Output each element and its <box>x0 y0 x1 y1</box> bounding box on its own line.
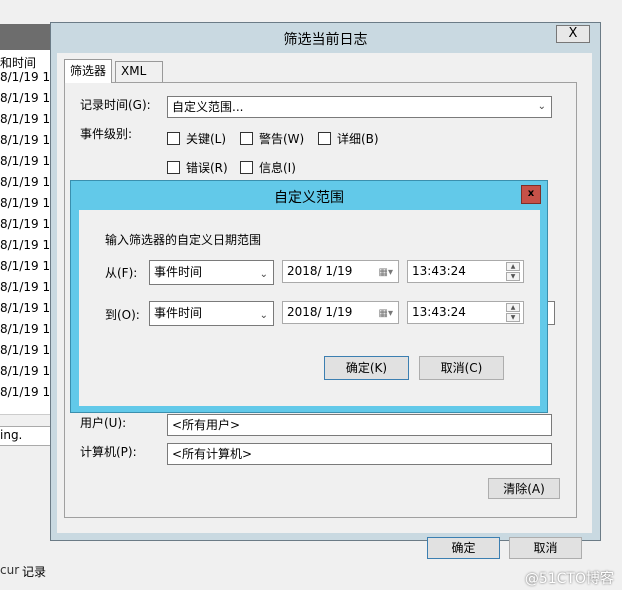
to-time-value: 13:43:24 <box>412 305 466 319</box>
ok-button[interactable]: 确定 <box>427 537 500 559</box>
level-verbose[interactable]: 详细(B) <box>318 130 379 147</box>
background-toolbar <box>0 0 622 24</box>
checkbox-label: 详细(B) <box>337 132 379 146</box>
from-date-picker[interactable]: 2018/ 1/19 ▦▾ <box>282 260 399 283</box>
cancel-button[interactable]: 取消 <box>509 537 582 559</box>
tab-xml[interactable]: XML <box>115 61 163 83</box>
spin-down-icon[interactable]: ▼ <box>506 272 520 281</box>
to-date-picker[interactable]: 2018/ 1/19 ▦▾ <box>282 301 399 324</box>
level-label: 事件级别: <box>80 127 133 141</box>
user-input[interactable]: <所有用户> <box>167 414 552 436</box>
chevron-down-icon: ⌄ <box>259 310 268 321</box>
dialog-title: 自定义范围 <box>274 190 344 206</box>
close-button[interactable]: X <box>556 25 590 43</box>
spin-down-icon[interactable]: ▼ <box>506 313 520 322</box>
column-header-date[interactable]: 和时间 <box>0 54 36 71</box>
bottom-fragment: cur <box>0 563 20 577</box>
logged-value: 自定义范围... <box>172 100 244 114</box>
checkbox[interactable] <box>240 132 253 145</box>
level-information[interactable]: 信息(I) <box>240 159 296 176</box>
level-warning[interactable]: 警告(W) <box>240 130 304 147</box>
checkbox[interactable] <box>167 161 180 174</box>
status-text: ing. <box>0 428 23 442</box>
from-label: 从(F): <box>105 266 138 280</box>
computer-input[interactable]: <所有计算机> <box>167 443 552 465</box>
checkbox[interactable] <box>167 132 180 145</box>
checkbox[interactable] <box>240 161 253 174</box>
to-label: 到(O): <box>105 308 140 322</box>
dialog-body: 输入筛选器的自定义日期范围 从(F): 事件时间 ⌄ 2018/ 1/19 ▦▾ 1… <box>79 210 540 406</box>
logged-label: 记录时间(G): <box>80 98 151 112</box>
to-type-value: 事件时间 <box>154 306 203 320</box>
chevron-down-icon: ⌄ <box>259 269 268 280</box>
level-error[interactable]: 错误(R) <box>167 159 228 176</box>
from-date-value: 2018/ 1/19 <box>287 264 353 278</box>
checkbox-label: 警告(W) <box>259 132 305 146</box>
clear-button[interactable]: 清除(A) <box>488 478 560 499</box>
to-date-value: 2018/ 1/19 <box>287 305 353 319</box>
bottom-label: 记录 <box>22 565 47 579</box>
spin-up-icon[interactable]: ▲ <box>506 262 520 271</box>
instruction-text: 输入筛选器的自定义日期范围 <box>105 233 262 247</box>
checkbox[interactable] <box>318 132 331 145</box>
from-type-value: 事件时间 <box>154 265 203 279</box>
logged-select[interactable]: 自定义范围... ⌄ <box>167 96 552 118</box>
from-time-value: 13:43:24 <box>412 264 466 278</box>
calendar-dropdown-icon[interactable]: ▦▾ <box>379 264 393 281</box>
from-type-select[interactable]: 事件时间 ⌄ <box>149 260 274 285</box>
to-time-input[interactable]: 13:43:24 ▲ ▼ <box>407 301 524 324</box>
to-type-select[interactable]: 事件时间 ⌄ <box>149 301 274 326</box>
spin-up-icon[interactable]: ▲ <box>506 303 520 312</box>
checkbox-label: 错误(R) <box>186 161 228 175</box>
computer-label: 计算机(P): <box>80 445 137 459</box>
checkbox-label: 信息(I) <box>259 161 296 175</box>
chevron-down-icon: ⌄ <box>537 101 546 112</box>
tab-filter[interactable]: 筛选器 <box>64 59 113 83</box>
level-critical[interactable]: 关键(L) <box>167 130 226 147</box>
custom-range-dialog: 自定义范围 x 输入筛选器的自定义日期范围 从(F): 事件时间 ⌄ 2018/ … <box>70 180 548 413</box>
close-button[interactable]: x <box>521 185 541 204</box>
dialog-title: 筛选当前日志 <box>283 32 368 48</box>
from-time-input[interactable]: 13:43:24 ▲ ▼ <box>407 260 524 283</box>
user-label: 用户(U): <box>80 416 127 430</box>
calendar-dropdown-icon[interactable]: ▦▾ <box>379 305 393 322</box>
watermark: @51CTO博客 <box>524 571 614 587</box>
ok-button[interactable]: 确定(K) <box>324 356 409 380</box>
cancel-button[interactable]: 取消(C) <box>419 356 504 380</box>
checkbox-label: 关键(L) <box>186 132 227 146</box>
